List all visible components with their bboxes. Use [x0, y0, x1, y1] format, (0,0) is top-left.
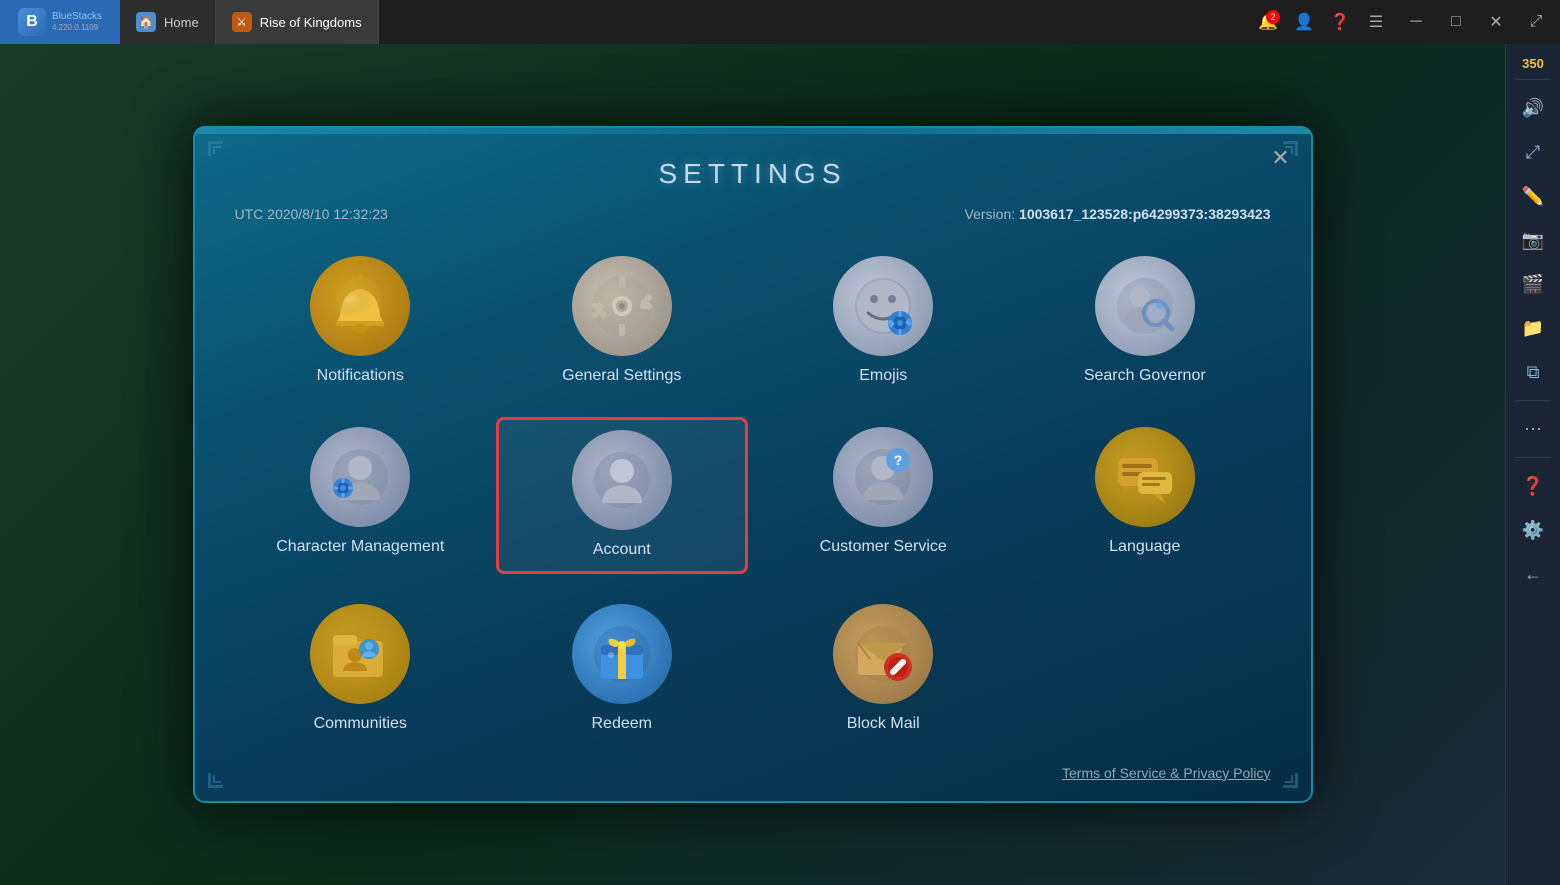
search-governor-icon [1095, 256, 1195, 356]
dialog-title: SETTINGS [235, 158, 1271, 190]
tab-game-label: Rise of Kingdoms [260, 15, 362, 30]
blockmail-icon [833, 604, 933, 704]
sidebar-folder-icon[interactable]: 📁 [1513, 308, 1553, 348]
sidebar-draw-icon[interactable]: ✏️ [1513, 176, 1553, 216]
taskbar: B BlueStacks 4.220.0.1109 🏠 Home ⚔ Rise … [0, 0, 1560, 44]
home-icon: 🏠 [136, 12, 156, 32]
settings-item-account[interactable]: Account [496, 417, 748, 574]
menu-button[interactable]: ☰ [1360, 6, 1392, 38]
right-sidebar: 350 🔊 ⤢ ✏️ 📷 🎬 📁 ⧉ ⋯ ❓ ⚙️ ← [1505, 44, 1560, 885]
sidebar-back-icon[interactable]: ← [1513, 554, 1553, 594]
sidebar-expand-icon[interactable]: ⤢ [1513, 132, 1553, 172]
bluestacks-icon: B [18, 8, 46, 36]
settings-item-general[interactable]: General Settings [496, 246, 748, 397]
window-controls: ─ □ ✕ [1396, 0, 1516, 44]
settings-grid: Notifications [235, 246, 1271, 744]
expand-button[interactable]: ⤢ [1520, 6, 1552, 38]
language-label: Language [1109, 537, 1180, 558]
minimize-button[interactable]: ─ [1396, 0, 1436, 44]
account-icon [572, 430, 672, 530]
notifications-icon [310, 256, 410, 356]
sidebar-video-icon[interactable]: 🎬 [1513, 264, 1553, 304]
character-label: Character Management [276, 537, 444, 558]
bluestacks-name: BlueStacks 4.220.0.1109 [52, 11, 102, 33]
account-label: Account [593, 540, 651, 561]
settings-item-communities[interactable]: Communities [235, 594, 487, 745]
sidebar-question-icon[interactable]: ❓ [1513, 466, 1553, 506]
account-button[interactable]: 👤 [1288, 6, 1320, 38]
close-window-button[interactable]: ✕ [1476, 0, 1516, 44]
search-governor-label: Search Governor [1084, 366, 1206, 387]
communities-label: Communities [314, 714, 407, 735]
emojis-icon [833, 256, 933, 356]
communities-icon [310, 604, 410, 704]
settings-item-search-governor[interactable]: Search Governor [1019, 246, 1271, 397]
settings-item-emojis[interactable]: Emojis [758, 246, 1010, 397]
notifications-label: Notifications [317, 366, 404, 387]
corner-tl [203, 136, 253, 186]
character-icon [310, 427, 410, 527]
dialog-overlay: ✕ SETTINGS UTC 2020/8/10 12:32:23 Versio… [0, 44, 1505, 885]
corner-br [1253, 743, 1303, 793]
redeem-icon [572, 604, 672, 704]
dialog-timestamp: UTC 2020/8/10 12:32:23 [235, 206, 388, 222]
settings-item-notifications[interactable]: Notifications [235, 246, 487, 397]
svg-text:?: ? [894, 452, 903, 468]
dialog-version: Version: 1003617_123528:p64299373:382934… [965, 206, 1271, 222]
notification-badge: 2 [1266, 10, 1280, 24]
customer-label: Customer Service [820, 537, 947, 558]
general-settings-label: General Settings [562, 366, 681, 387]
sidebar-screenshot-icon[interactable]: 📷 [1513, 220, 1553, 260]
sidebar-volume-icon[interactable]: 🔊 [1513, 88, 1553, 128]
terms-link[interactable]: Terms of Service & Privacy Policy [235, 765, 1271, 781]
blockmail-label: Block Mail [847, 714, 920, 735]
coins-display: 350 [1522, 56, 1544, 71]
redeem-label: Redeem [592, 714, 652, 735]
tab-home[interactable]: 🏠 Home [120, 0, 216, 44]
corner-bl [203, 743, 253, 793]
dialog-meta: UTC 2020/8/10 12:32:23 Version: 1003617_… [235, 206, 1271, 222]
maximize-button[interactable]: □ [1436, 0, 1476, 44]
sidebar-divider-2 [1515, 400, 1551, 401]
settings-dialog: ✕ SETTINGS UTC 2020/8/10 12:32:23 Versio… [193, 126, 1313, 802]
settings-item-customer[interactable]: ? Customer Service [758, 417, 1010, 574]
sidebar-settings-icon[interactable]: ⚙️ [1513, 510, 1553, 550]
notification-button[interactable]: 🔔 2 [1252, 6, 1284, 38]
language-icon [1095, 427, 1195, 527]
dialog-close-button[interactable]: ✕ [1263, 140, 1299, 176]
game-icon: ⚔ [232, 12, 252, 32]
tab-game[interactable]: ⚔ Rise of Kingdoms [216, 0, 379, 44]
sidebar-copy-icon[interactable]: ⧉ [1513, 352, 1553, 392]
sidebar-divider-1 [1515, 79, 1551, 80]
general-settings-icon [572, 256, 672, 356]
settings-item-redeem[interactable]: Redeem [496, 594, 748, 745]
sidebar-divider-3 [1515, 457, 1551, 458]
settings-item-language[interactable]: Language [1019, 417, 1271, 574]
bluestacks-logo[interactable]: B BlueStacks 4.220.0.1109 [0, 0, 120, 44]
help-button[interactable]: ❓ [1324, 6, 1356, 38]
emojis-label: Emojis [859, 366, 907, 387]
tab-home-label: Home [164, 15, 199, 30]
sidebar-more-icon[interactable]: ⋯ [1513, 409, 1553, 449]
settings-item-blockmail[interactable]: Block Mail [758, 594, 1010, 745]
settings-item-character[interactable]: Character Management [235, 417, 487, 574]
customer-icon: ? [833, 427, 933, 527]
taskbar-right: 🔔 2 👤 ❓ ☰ ─ □ ✕ ⤢ [1252, 0, 1560, 44]
